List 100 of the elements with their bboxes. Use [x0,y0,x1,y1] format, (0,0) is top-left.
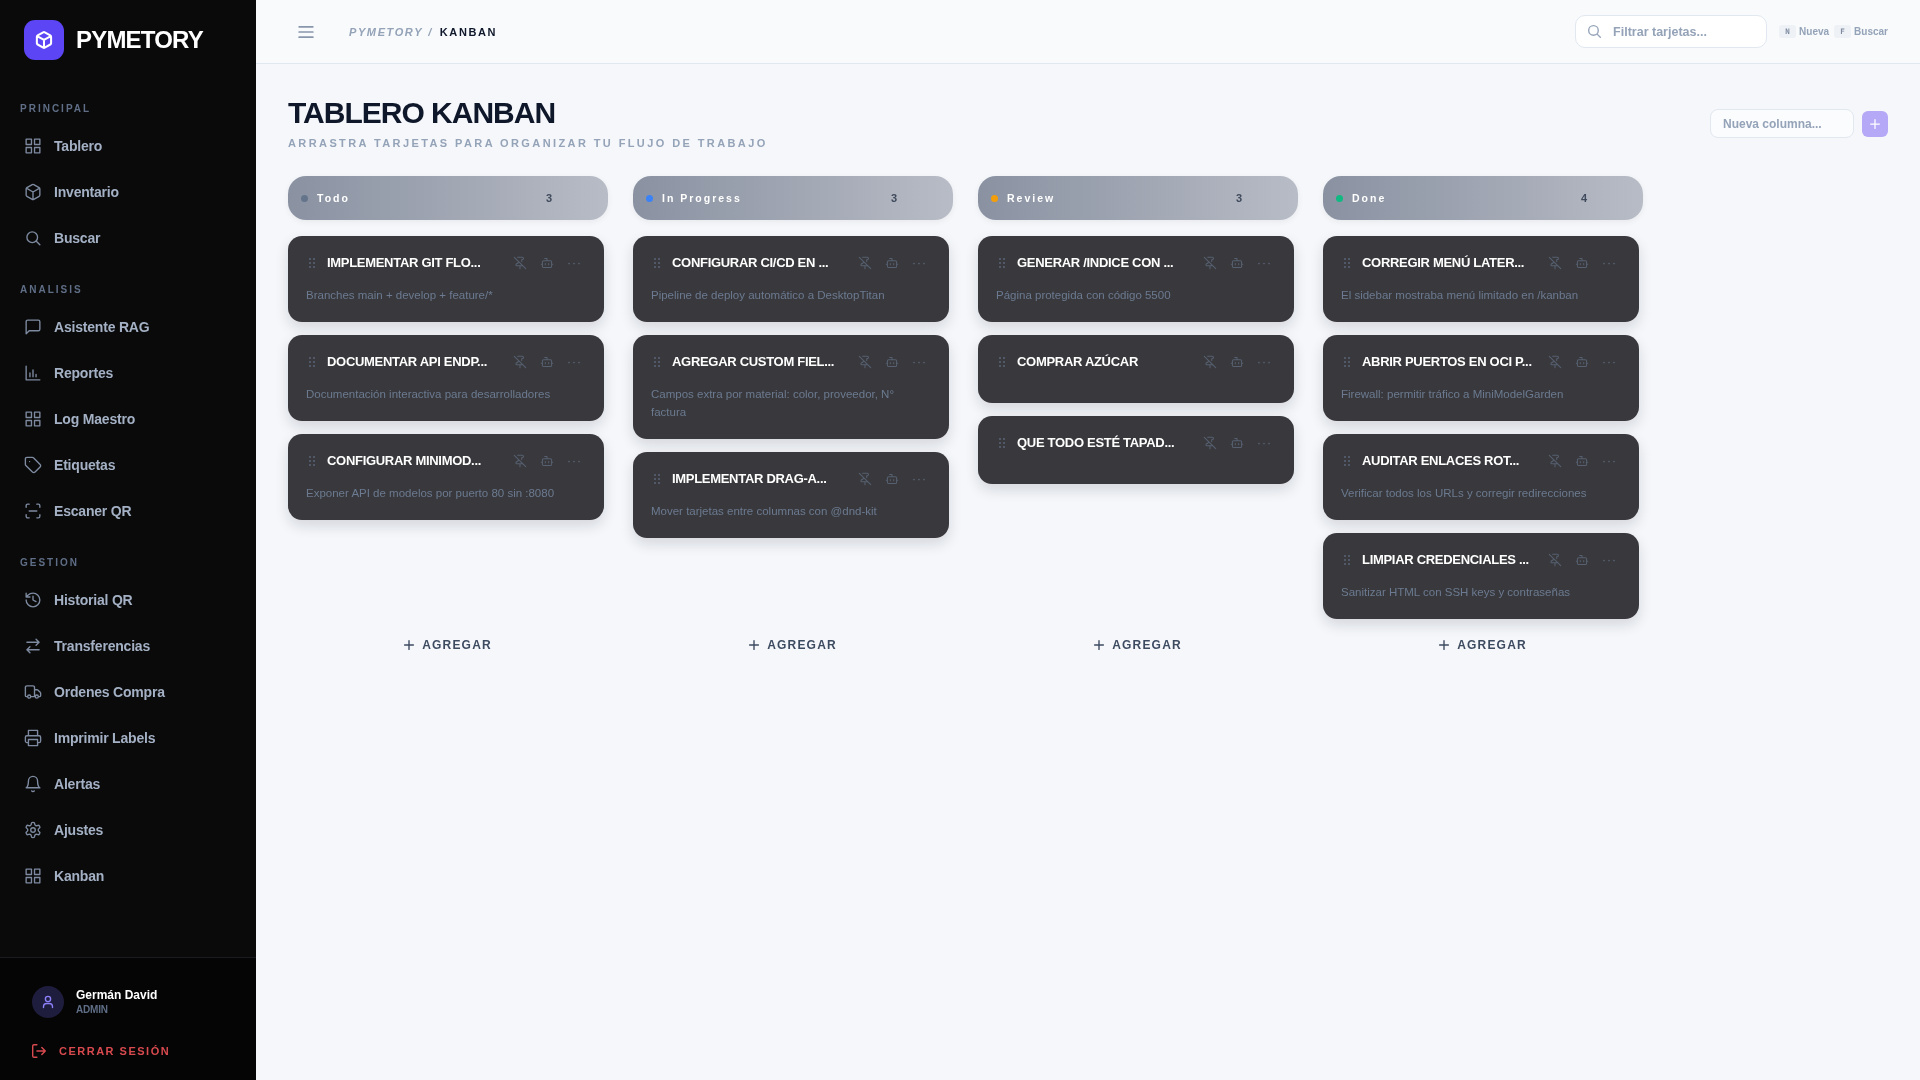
card-title: COMPRAR AZÚCAR [1017,353,1139,371]
grip-icon[interactable] [999,438,1005,448]
kanban-card[interactable]: IMPLEMENTAR DRAG-A... Mover tarjetas entre columnas con @dnd-kit [633,452,949,538]
scan-icon [25,503,41,519]
more-icon[interactable] [1603,360,1615,364]
more-icon[interactable] [913,477,925,481]
grip-icon[interactable] [1344,258,1350,268]
robot-icon[interactable] [1231,257,1243,269]
more-icon[interactable] [913,360,925,364]
add-card-button[interactable]: AGREGAR [288,627,608,663]
nav-item[interactable]: Ajustes [16,807,240,853]
robot-icon[interactable] [1576,455,1588,467]
robot-icon[interactable] [1576,257,1588,269]
nav-item[interactable]: Buscar [16,215,240,261]
pin-slash-icon[interactable] [1549,554,1561,566]
nav-item[interactable]: Imprimir Labels [16,715,240,761]
grip-icon[interactable] [999,357,1005,367]
logout-icon [32,1044,46,1058]
robot-icon[interactable] [886,257,898,269]
kanban-card[interactable]: DOCUMENTAR API ENDP... Documentación interactiva para desarrolladores [288,335,604,421]
grip-icon[interactable] [1344,555,1350,565]
add-card-button[interactable]: AGREGAR [633,627,953,663]
new-column-field[interactable]: Nueva columna... [1710,109,1854,138]
pin-slash-icon[interactable] [1549,455,1561,467]
more-icon[interactable] [1603,261,1615,265]
robot-icon[interactable] [541,257,553,269]
kanban-card[interactable]: CONFIGURAR CI/CD EN ... Pipeline de deploy automático a DesktopTitan [633,236,949,322]
search-field[interactable]: Filtrar tarjetas... [1575,15,1768,48]
menu-icon[interactable] [298,25,314,38]
grid-icon [25,868,41,884]
robot-icon[interactable] [541,455,553,467]
nav-item[interactable]: Inventario [16,169,240,215]
tag-icon [25,457,41,473]
nav-item[interactable]: Kanban [16,853,240,899]
column-title: In Progress [662,192,743,204]
pin-slash-icon[interactable] [514,257,526,269]
kanban-card[interactable]: CORREGIR MENÚ LATER... El sidebar mostraba menú limitado en /kanban [1323,236,1639,322]
pin-slash-icon[interactable] [514,455,526,467]
robot-icon[interactable] [1576,554,1588,566]
pin-slash-icon[interactable] [1204,257,1216,269]
pin-slash-icon[interactable] [1549,356,1561,368]
robot-icon[interactable] [886,473,898,485]
nav-item[interactable]: Etiquetas [16,442,240,488]
kanban-card[interactable]: IMPLEMENTAR GIT FLO... Branches main + develop + feature/* [288,236,604,322]
robot-icon[interactable] [1576,356,1588,368]
grip-icon[interactable] [1344,357,1350,367]
pin-slash-icon[interactable] [859,356,871,368]
kanban-card[interactable]: QUE TODO ESTÉ TAPAD... [978,416,1294,484]
column-title: Todo [317,192,351,204]
column-title: Review [1007,192,1057,204]
grip-icon[interactable] [309,456,315,466]
grip-icon[interactable] [309,258,315,268]
robot-icon[interactable] [1231,437,1243,449]
pin-slash-icon[interactable] [1549,257,1561,269]
grip-icon[interactable] [654,258,660,268]
grip-icon[interactable] [654,357,660,367]
pin-slash-icon[interactable] [859,473,871,485]
kanban-card[interactable]: CONFIGURAR MINIMOD... Exponer API de modelos por puerto 80 sin :8080 [288,434,604,520]
nav-item[interactable]: Asistente RAG [16,304,240,350]
robot-icon[interactable] [541,356,553,368]
more-icon[interactable] [568,261,580,265]
add-card-button[interactable]: AGREGAR [978,627,1298,663]
grip-icon[interactable] [309,357,315,367]
more-icon[interactable] [568,459,580,463]
more-icon[interactable] [568,360,580,364]
kanban-card[interactable]: LIMPIAR CREDENCIALES ... Sanitizar HTML con SSH keys y contraseñas [1323,533,1639,619]
robot-icon[interactable] [1231,356,1243,368]
robot-icon[interactable] [886,356,898,368]
kanban-card[interactable]: AGREGAR CUSTOM FIEL... Campos extra por material: color, proveedor, N° factura [633,335,949,439]
pin-slash-icon[interactable] [1204,356,1216,368]
nav-item[interactable]: Escaner QR [16,488,240,534]
nav-item[interactable]: Transferencias [16,623,240,669]
nav-item[interactable]: Tablero [16,123,240,169]
nav-item[interactable]: Reportes [16,350,240,396]
kanban-card[interactable]: AUDITAR ENLACES ROT... Verificar todos los URLs y corregir redirecciones [1323,434,1639,520]
cube-logo-icon [24,20,64,60]
logout-button[interactable]: CERRAR SESIÓN [32,1044,171,1058]
pin-slash-icon[interactable] [859,257,871,269]
nav-item[interactable]: Log Maestro [16,396,240,442]
more-icon[interactable] [1258,360,1270,364]
more-icon[interactable] [1258,261,1270,265]
plus-icon [749,640,760,650]
nav-item[interactable]: Ordenes Compra [16,669,240,715]
more-icon[interactable] [1258,441,1270,445]
more-icon[interactable] [1603,558,1615,562]
nav-item[interactable]: Historial QR [16,577,240,623]
add-card-button[interactable]: AGREGAR [1323,627,1643,663]
more-icon[interactable] [1603,459,1615,463]
kanban-card[interactable]: GENERAR /INDICE CON ... Página protegida con código 5500 [978,236,1294,322]
more-icon[interactable] [913,261,925,265]
pin-slash-icon[interactable] [1204,437,1216,449]
grip-icon[interactable] [999,258,1005,268]
grip-icon[interactable] [654,474,660,484]
grip-icon[interactable] [1344,456,1350,466]
kanban-card[interactable]: ABRIR PUERTOS EN OCI P... Firewall: permitir tráfico a MiniModelGarden [1323,335,1639,421]
nav-item[interactable]: Alertas [16,761,240,807]
card-title: IMPLEMENTAR DRAG-A... [672,470,828,488]
kanban-card[interactable]: COMPRAR AZÚCAR [978,335,1294,403]
pin-slash-icon[interactable] [514,356,526,368]
user-name: Germán David [76,988,158,1003]
